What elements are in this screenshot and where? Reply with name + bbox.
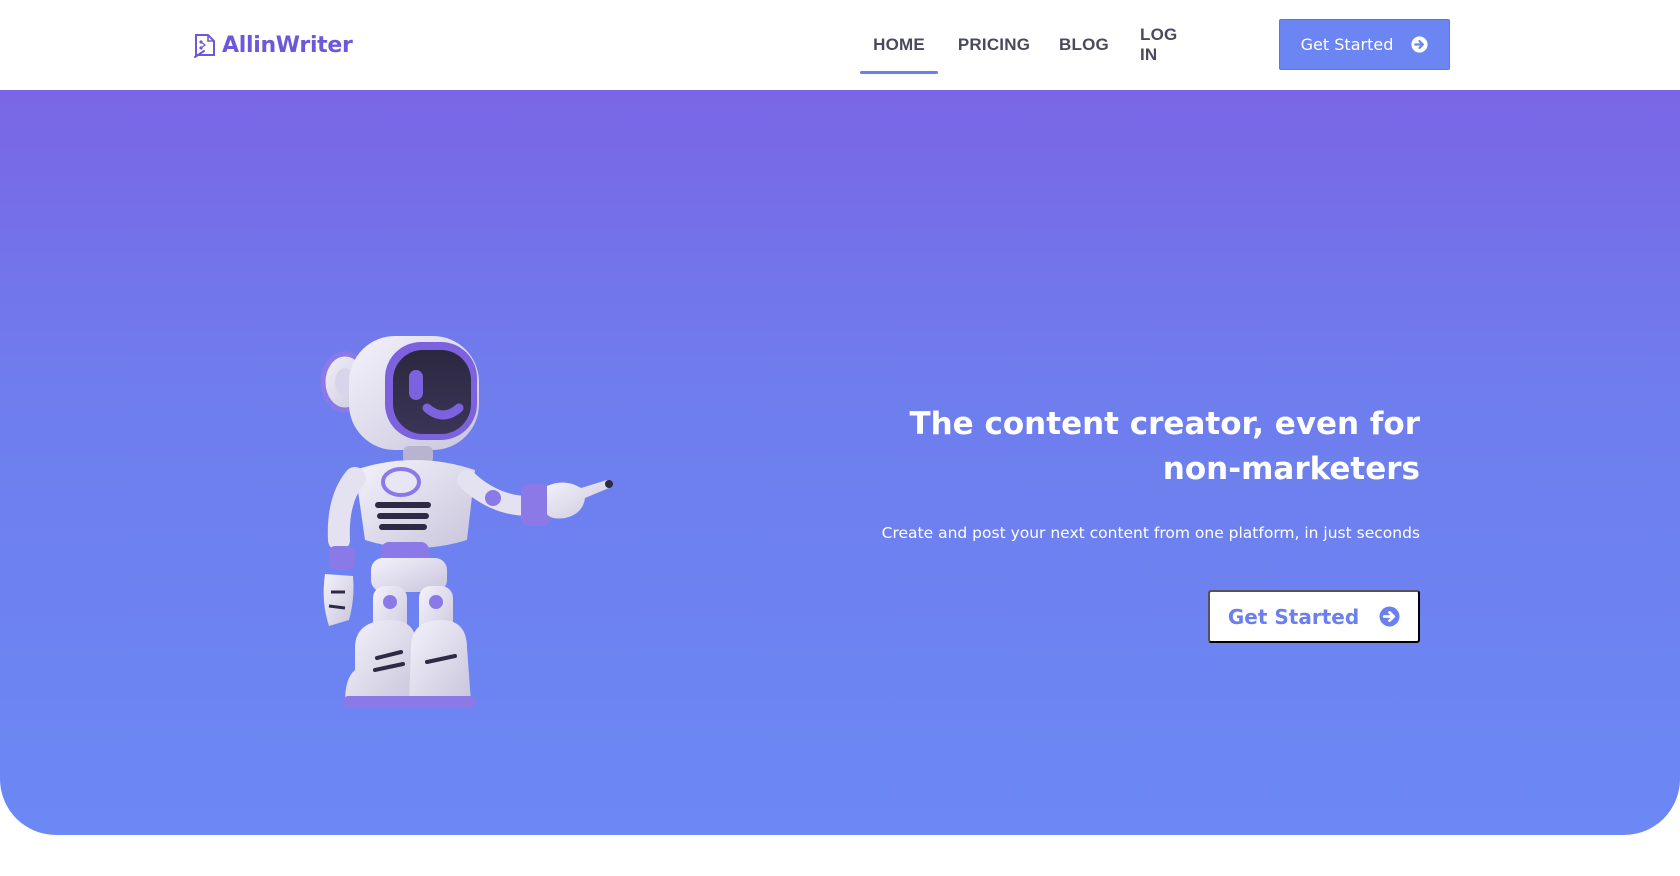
header-cta-label: Get Started <box>1300 35 1394 54</box>
arrow-right-circle-icon <box>1411 36 1428 53</box>
hero-section: The content creator, even for non-market… <box>0 90 1680 835</box>
logo-text: AllinWriter <box>222 32 353 58</box>
nav-blog[interactable]: BLOG <box>1059 20 1109 70</box>
hero-cta-label: Get Started <box>1227 604 1360 629</box>
hero-title-line1: The content creator, even for <box>909 406 1420 442</box>
header-get-started-button[interactable]: Get Started <box>1279 19 1450 70</box>
hero-title: The content creator, even for non-market… <box>860 402 1420 492</box>
writer-logo-icon <box>192 31 220 59</box>
nav-pricing[interactable]: PRICING <box>958 20 1030 70</box>
main-nav: HOME PRICING BLOG LOG IN <box>860 0 1196 90</box>
nav-home[interactable]: HOME <box>860 20 938 74</box>
hero-title-line2: non-marketers <box>1162 451 1420 487</box>
hero-get-started-button[interactable]: Get Started <box>1208 590 1420 643</box>
landing-page: AllinWriter HOME PRICING BLOG LOG IN Get… <box>0 0 1680 876</box>
arrow-right-circle-icon <box>1379 606 1400 627</box>
nav-login[interactable]: LOG IN <box>1140 20 1196 70</box>
site-header: AllinWriter HOME PRICING BLOG LOG IN Get… <box>0 0 1680 90</box>
logo[interactable]: AllinWriter <box>192 30 353 60</box>
robot-pointing-illustration <box>315 330 645 720</box>
hero-subtitle: Create and post your next content from o… <box>881 524 1420 542</box>
